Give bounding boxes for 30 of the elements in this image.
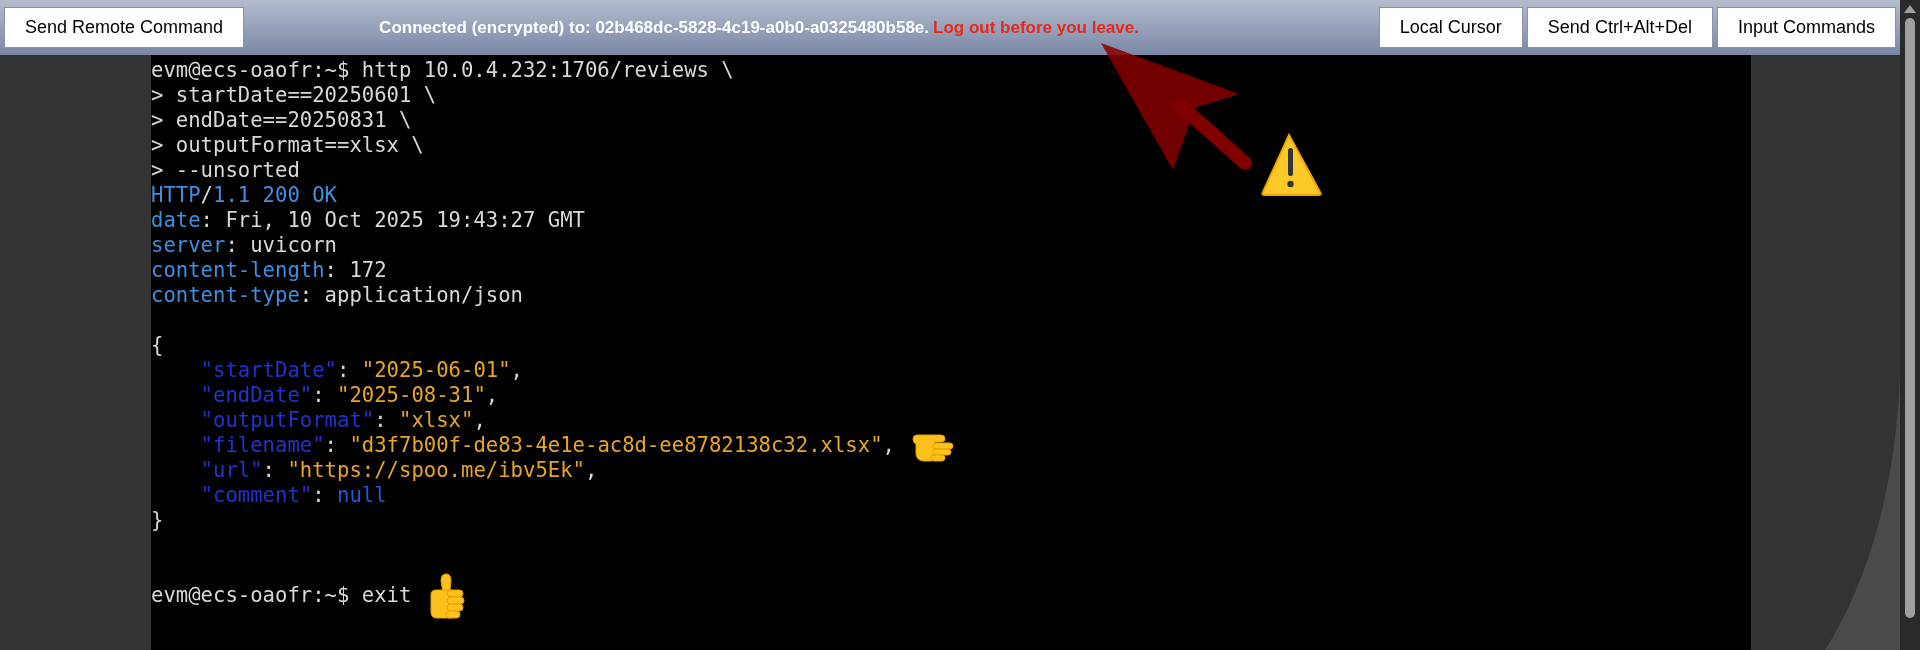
terminal-line: > --unsorted [151,158,300,183]
command-button[interactable]: Input Commands [1716,7,1896,48]
terminal-line: "outputFormat": "xlsx", [199,408,486,433]
terminal-line: HTTP/1.1 200 OK [151,183,337,208]
terminal-line: > endDate==20250831 \ [151,108,412,133]
terminal-line: content-type: application/json [151,283,523,308]
terminal-line: "endDate": "2025-08-31", [199,383,499,408]
command-button[interactable]: Local Cursor [1378,7,1523,48]
terminal-line: > outputFormat==xlsx \ [151,133,424,158]
command-button[interactable]: Send Remote Command [4,7,245,48]
logout-warning: Log out before you leave. [933,17,1139,37]
terminal-line: server: uvicorn [151,233,337,258]
terminal-line: "filename": "d3f7b00f-de83-4e1e-ac8d-ee8782138c32.xlsx", [199,433,895,458]
terminal-line: date: Fri, 10 Oct 2025 19:43:27 GMT [151,208,585,233]
scroll-up-icon[interactable] [1903,4,1917,14]
terminal-line: } [151,508,164,533]
command-button[interactable]: Send Ctrl+Alt+Del [1526,7,1713,48]
terminal-line: > startDate==20250601 \ [151,83,437,108]
terminal-line: { [151,333,164,358]
arrow-icon [1101,43,1252,170]
terminal-line: evm@ecs-oaofr:~$ exit [151,583,412,608]
terminal-line: content-length: 172 [151,258,387,283]
terminal-line: "url": "https://spoo.me/ibv5Ek", [199,458,598,483]
connection-status: Connected (encrypted) to: 02b468dc-5828-4c19-a0b0-a0325480b58e. [379,17,930,37]
terminal-line: "startDate": "2025-06-01", [199,358,523,383]
scrollbar-thumb[interactable] [1905,18,1915,618]
terminal-line: evm@ecs-oaofr:~$ http 10.0.4.232:1706/reviews \ [151,58,734,83]
thumbs-up-icon [427,571,468,620]
warning-icon [1261,134,1322,196]
terminal-line: "comment": null [199,483,387,508]
